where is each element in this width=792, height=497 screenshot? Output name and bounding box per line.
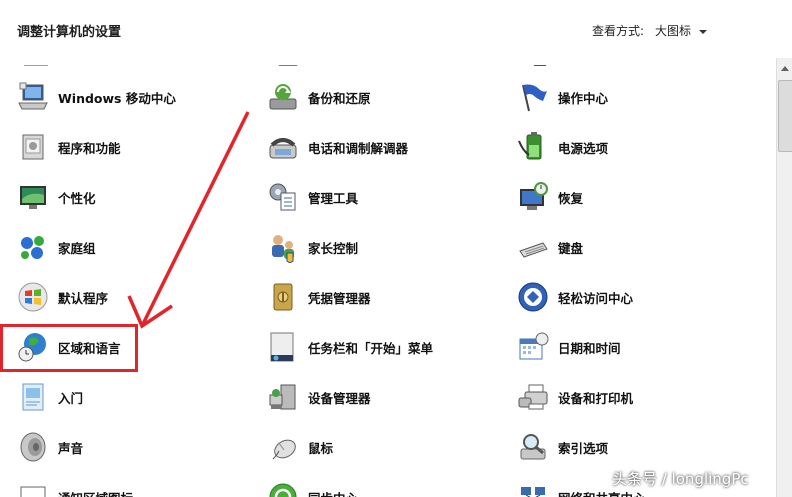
- item-label: 家长控制: [308, 240, 359, 256]
- recovery-icon: [516, 180, 550, 214]
- windows-logo-icon: [16, 280, 50, 314]
- calendar-icon: [516, 330, 550, 364]
- chevron-up-icon: [780, 65, 789, 71]
- vertical-scrollbar[interactable]: [776, 58, 792, 497]
- item-recovery[interactable]: 恢复: [516, 177, 746, 217]
- item-label: 轻松访问中心: [558, 290, 634, 306]
- item-date-time[interactable]: 日期和时间: [516, 327, 746, 367]
- item-power-options[interactable]: 电源选项: [516, 127, 746, 167]
- item-indexing-options[interactable]: 索引选项: [516, 427, 746, 467]
- item-devices-printers[interactable]: 设备和打印机: [516, 377, 746, 417]
- programs-icon: [16, 130, 50, 164]
- network-icon: [516, 480, 550, 497]
- vault-icon: [266, 280, 300, 314]
- item-default-programs[interactable]: 默认程序: [16, 277, 246, 317]
- item-homegroup[interactable]: 家庭组: [16, 227, 246, 267]
- gear-checklist-icon: [266, 180, 300, 214]
- item-label: 同步中心: [308, 488, 358, 497]
- item-label: 键盘: [558, 240, 584, 256]
- highlight-box: [0, 324, 138, 372]
- item-label: 任务栏和「开始」菜单: [308, 340, 434, 356]
- keyboard-icon: [516, 230, 550, 264]
- item-label: 设备管理器: [308, 390, 371, 406]
- printer-icon: [516, 380, 550, 414]
- view-by-value: 大图标: [655, 24, 692, 38]
- item-backup-restore[interactable]: 备份和还原: [266, 77, 496, 117]
- item-label: 个性化: [58, 190, 96, 206]
- homegroup-icon: [16, 230, 50, 264]
- speaker-icon: [16, 430, 50, 464]
- battery-icon: [516, 130, 550, 164]
- item-label: 操作中心: [558, 90, 609, 106]
- item-credential-manager[interactable]: 凭据管理器: [266, 277, 496, 317]
- header: 调整计算机的设置 查看方式: 大图标: [0, 0, 792, 58]
- flag-icon: [516, 80, 550, 114]
- item-label: 通知区域图标: [58, 488, 133, 497]
- view-by-dropdown[interactable]: 大图标: [655, 22, 708, 39]
- magnifier-icon: [516, 430, 550, 464]
- item-ease-of-access[interactable]: 轻松访问中心: [516, 277, 746, 317]
- getting-started-icon: [16, 380, 50, 414]
- accessibility-icon: [516, 280, 550, 314]
- item-notification-area[interactable]: 通知区域图标: [16, 477, 246, 497]
- item-label: 设备和打印机: [558, 390, 634, 406]
- item-label: 电话和调制解调器: [308, 140, 409, 156]
- item-label: 鼠标: [308, 440, 334, 456]
- item-mouse[interactable]: 鼠标: [266, 427, 496, 467]
- item-label: 声音: [58, 440, 84, 456]
- item-keyboard[interactable]: 键盘: [516, 227, 746, 267]
- item-label: 管理工具: [308, 190, 359, 206]
- sync-icon: [266, 480, 300, 497]
- item-action-center[interactable]: 操作中心: [516, 77, 746, 117]
- phone-icon: [266, 130, 300, 164]
- item-parental-controls[interactable]: 家长控制: [266, 227, 496, 267]
- item-label: 电源选项: [558, 140, 609, 156]
- item-programs-features[interactable]: 程序和功能: [16, 127, 246, 167]
- item-label: 程序和功能: [58, 140, 121, 156]
- item-label: 备份和还原: [308, 90, 371, 106]
- control-panel-grid: Windows 移动中心 备份和还原 操作中心 程序和功能 电话和调制解调器 电…: [0, 58, 776, 497]
- item-label: 恢复: [558, 190, 584, 206]
- item-phone-modem[interactable]: 电话和调制解调器: [266, 127, 496, 167]
- laptop-icon: [16, 80, 50, 114]
- item-personalization[interactable]: 个性化: [16, 177, 246, 217]
- item-windows-mobility[interactable]: Windows 移动中心: [16, 77, 246, 117]
- item-label: 日期和时间: [558, 340, 621, 356]
- device-manager-icon: [266, 380, 300, 414]
- scroll-up-button[interactable]: [777, 60, 792, 76]
- item-label: 凭据管理器: [308, 290, 371, 306]
- item-getting-started[interactable]: 入门: [16, 377, 246, 417]
- watermark: 头条号 / longlingPc: [612, 470, 749, 488]
- item-label: 默认程序: [58, 290, 109, 306]
- item-label: 入门: [58, 390, 84, 406]
- item-label: 索引选项: [558, 440, 609, 456]
- chevron-down-icon: [699, 29, 708, 34]
- item-device-manager[interactable]: 设备管理器: [266, 377, 496, 417]
- mouse-icon: [266, 430, 300, 464]
- item-sound[interactable]: 声音: [16, 427, 246, 467]
- parental-icon: [266, 230, 300, 264]
- monitor-icon: [16, 180, 50, 214]
- page-title: 调整计算机的设置: [17, 25, 122, 40]
- backup-icon: [266, 80, 300, 114]
- taskbar-icon: [266, 330, 300, 364]
- item-sync-center[interactable]: 同步中心: [266, 477, 496, 497]
- view-by-label: 查看方式:: [592, 24, 645, 38]
- item-taskbar-start[interactable]: 任务栏和「开始」菜单: [266, 327, 496, 367]
- notification-icon: [16, 480, 50, 497]
- item-label: Windows 移动中心: [58, 90, 176, 106]
- scrollbar-thumb[interactable]: [778, 80, 792, 152]
- item-label: 家庭组: [58, 240, 96, 256]
- item-admin-tools[interactable]: 管理工具: [266, 177, 496, 217]
